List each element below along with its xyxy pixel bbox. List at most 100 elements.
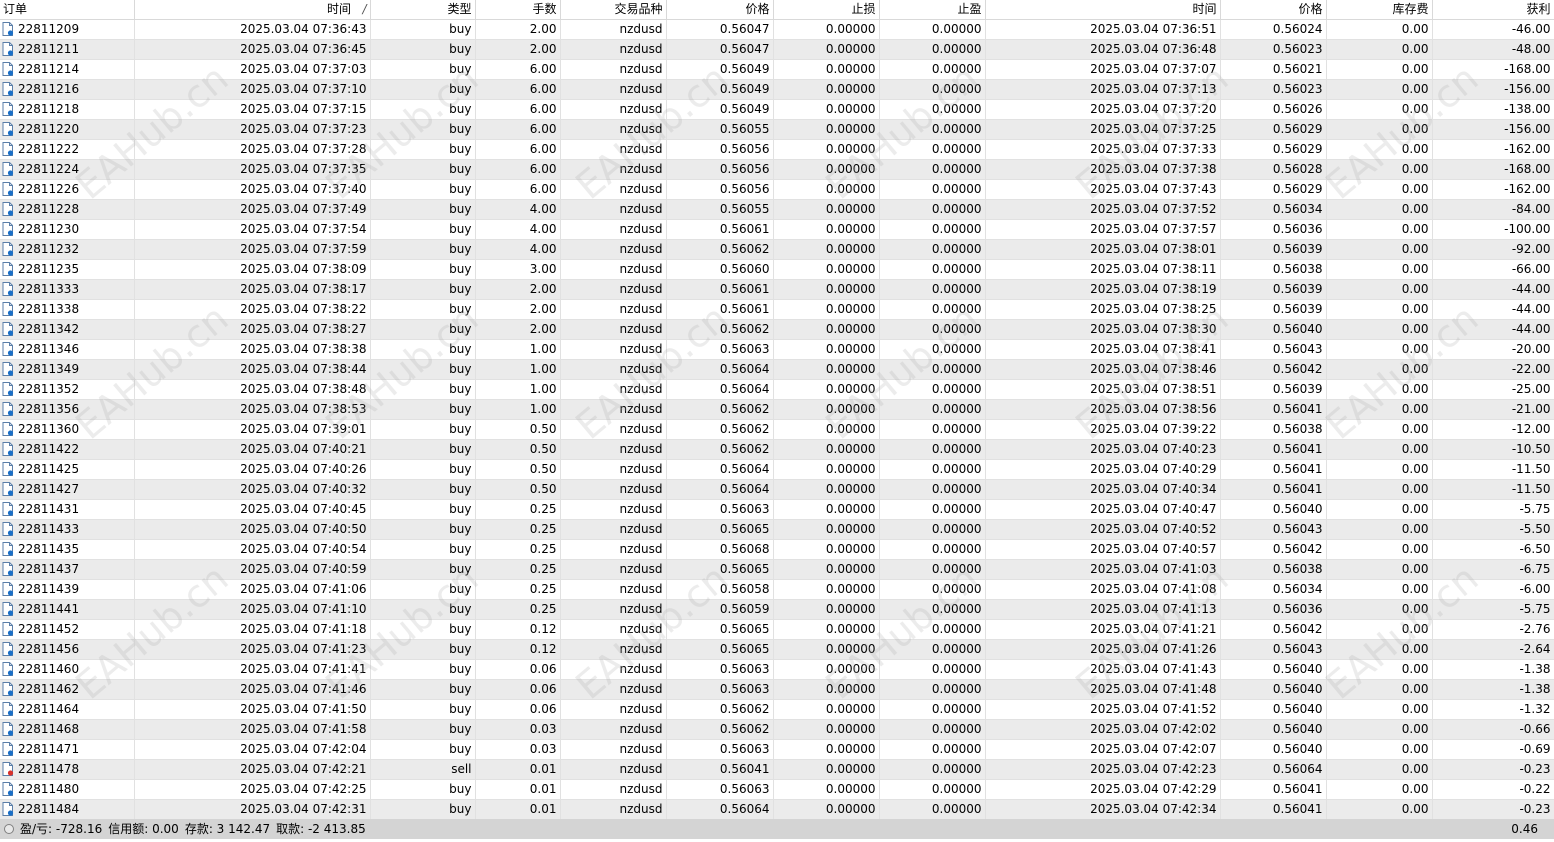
cell-profit: -5.75 [1432,499,1554,520]
table-row[interactable]: 22811338 2025.03.04 07:38:22 buy 2.00 nzdusd… [0,299,1554,320]
table-row[interactable]: 22811209 2025.03.04 07:36:43 buy 2.00 nzdusd… [0,19,1554,40]
column-header-type[interactable]: 类型 [370,0,476,20]
column-header-profit[interactable]: 获利 [1432,0,1554,20]
column-header-symbol[interactable]: 交易品种 [560,0,667,20]
cell-stop-loss: 0.00000 [773,39,880,60]
table-row[interactable]: 22811437 2025.03.04 07:40:59 buy 0.25 nzdusd… [0,559,1554,580]
table-row[interactable]: 22811211 2025.03.04 07:36:45 buy 2.00 nzdusd… [0,39,1554,60]
table-row[interactable]: 22811480 2025.03.04 07:42:25 buy 0.01 nzdusd… [0,779,1554,800]
table-row[interactable]: 22811456 2025.03.04 07:41:23 buy 0.12 nzdusd… [0,639,1554,660]
cell-swap: 0.00 [1326,459,1433,480]
cell-symbol: nzdusd [560,659,667,680]
buy-order-icon [2,482,14,496]
order-id: 22811441 [18,602,80,616]
table-row[interactable]: 22811462 2025.03.04 07:41:46 buy 0.06 nzdusd… [0,679,1554,700]
cell-order: 22811352 [0,379,135,400]
table-row[interactable]: 22811214 2025.03.04 07:37:03 buy 6.00 nzdusd… [0,59,1554,80]
cell-type: buy [370,539,476,560]
table-row[interactable]: 22811224 2025.03.04 07:37:35 buy 6.00 nzdusd… [0,159,1554,180]
table-row[interactable]: 22811460 2025.03.04 07:41:41 buy 0.06 nzdusd… [0,659,1554,680]
cell-order: 22811209 [0,19,135,40]
table-row[interactable]: 22811230 2025.03.04 07:37:54 buy 4.00 nzdusd… [0,219,1554,240]
cell-open-price: 0.56056 [666,139,774,160]
order-id: 22811230 [18,222,80,236]
cell-symbol: nzdusd [560,679,667,700]
table-row[interactable]: 22811452 2025.03.04 07:41:18 buy 0.12 nzdusd… [0,619,1554,640]
table-row[interactable]: 22811427 2025.03.04 07:40:32 buy 0.50 nzdusd… [0,479,1554,500]
cell-type: buy [370,679,476,700]
table-row[interactable]: 22811235 2025.03.04 07:38:09 buy 3.00 nzdusd… [0,259,1554,280]
cell-volume: 4.00 [475,239,561,260]
table-row[interactable]: 22811484 2025.03.04 07:42:31 buy 0.01 nzdusd… [0,799,1554,820]
column-header-open-time[interactable]: 时间 / [134,0,371,20]
cell-swap: 0.00 [1326,279,1433,300]
cell-open-price: 0.56068 [666,539,774,560]
table-row[interactable]: 22811360 2025.03.04 07:39:01 buy 0.50 nzdusd… [0,419,1554,440]
column-header-order[interactable]: 订单 [0,0,135,20]
cell-profit: -22.00 [1432,359,1554,380]
table-row[interactable]: 22811356 2025.03.04 07:38:53 buy 1.00 nzdusd… [0,399,1554,420]
table-row[interactable]: 22811441 2025.03.04 07:41:10 buy 0.25 nzdusd… [0,599,1554,620]
cell-open-time: 2025.03.04 07:37:23 [134,119,371,140]
cell-close-price: 0.56040 [1220,739,1327,760]
cell-stop-loss: 0.00000 [773,239,880,260]
column-header-close-time[interactable]: 时间 [985,0,1221,20]
table-row[interactable]: 22811220 2025.03.04 07:37:23 buy 6.00 nzdusd… [0,119,1554,140]
table-row[interactable]: 22811468 2025.03.04 07:41:58 buy 0.03 nzdusd… [0,719,1554,740]
cell-order: 22811235 [0,259,135,280]
column-header-open-price[interactable]: 价格 [666,0,774,20]
buy-order-icon [2,622,14,636]
cell-order: 22811478 [0,759,135,780]
cell-take-profit: 0.00000 [879,19,986,40]
table-row[interactable]: 22811216 2025.03.04 07:37:10 buy 6.00 nzdusd… [0,79,1554,100]
table-row[interactable]: 22811422 2025.03.04 07:40:21 buy 0.50 nzdusd… [0,439,1554,460]
table-row[interactable]: 22811471 2025.03.04 07:42:04 buy 0.03 nzdusd… [0,739,1554,760]
table-row[interactable]: 22811342 2025.03.04 07:38:27 buy 2.00 nzdusd… [0,319,1554,340]
cell-volume: 4.00 [475,199,561,220]
cell-type: buy [370,39,476,60]
table-row[interactable]: 22811333 2025.03.04 07:38:17 buy 2.00 nzdusd… [0,279,1554,300]
table-row[interactable]: 22811431 2025.03.04 07:40:45 buy 0.25 nzdusd… [0,499,1554,520]
column-header-stop-loss[interactable]: 止损 [773,0,880,20]
table-row[interactable]: 22811352 2025.03.04 07:38:48 buy 1.00 nzdusd… [0,379,1554,400]
table-row[interactable]: 22811218 2025.03.04 07:37:15 buy 6.00 nzdusd… [0,99,1554,120]
table-row[interactable]: 22811346 2025.03.04 07:38:38 buy 1.00 nzdusd… [0,339,1554,360]
table-row[interactable]: 22811435 2025.03.04 07:40:54 buy 0.25 nzdusd… [0,539,1554,560]
column-header-close-price[interactable]: 价格 [1220,0,1327,20]
table-row[interactable]: 22811433 2025.03.04 07:40:50 buy 0.25 nzdusd… [0,519,1554,540]
cell-order: 22811356 [0,399,135,420]
cell-close-time: 2025.03.04 07:41:21 [985,619,1221,640]
cell-profit: -92.00 [1432,239,1554,260]
summary-credit: 信用额: 0.00 [108,822,179,836]
cell-close-time: 2025.03.04 07:39:22 [985,419,1221,440]
cell-close-price: 0.56039 [1220,299,1327,320]
column-header-swap[interactable]: 库存费 [1326,0,1433,20]
column-header-take-profit[interactable]: 止盈 [879,0,986,20]
table-row[interactable]: 22811226 2025.03.04 07:37:40 buy 6.00 nzdusd… [0,179,1554,200]
table-row[interactable]: 22811464 2025.03.04 07:41:50 buy 0.06 nzdusd… [0,699,1554,720]
buy-order-icon [2,22,14,36]
table-row[interactable]: 22811232 2025.03.04 07:37:59 buy 4.00 nzdusd… [0,239,1554,260]
cell-open-time: 2025.03.04 07:37:15 [134,99,371,120]
cell-stop-loss: 0.00000 [773,79,880,100]
cell-volume: 0.25 [475,539,561,560]
cell-type: buy [370,159,476,180]
cell-close-price: 0.56041 [1220,439,1327,460]
cell-order: 22811333 [0,279,135,300]
table-row[interactable]: 22811222 2025.03.04 07:37:28 buy 6.00 nzdusd… [0,139,1554,160]
table-row[interactable]: 22811425 2025.03.04 07:40:26 buy 0.50 nzdusd… [0,459,1554,480]
table-row[interactable]: 22811228 2025.03.04 07:37:49 buy 4.00 nzdusd… [0,199,1554,220]
table-row[interactable]: 22811478 2025.03.04 07:42:21 sell 0.01 nzdus… [0,759,1554,780]
buy-order-icon [2,322,14,336]
cell-volume: 2.00 [475,279,561,300]
cell-swap: 0.00 [1326,319,1433,340]
cell-type: buy [370,239,476,260]
cell-symbol: nzdusd [560,499,667,520]
table-row[interactable]: 22811349 2025.03.04 07:38:44 buy 1.00 nzdusd… [0,359,1554,380]
cell-symbol: nzdusd [560,139,667,160]
cell-open-time: 2025.03.04 07:38:38 [134,339,371,360]
cell-close-time: 2025.03.04 07:37:33 [985,139,1221,160]
column-header-volume[interactable]: 手数 [475,0,561,20]
cell-close-time: 2025.03.04 07:37:43 [985,179,1221,200]
table-row[interactable]: 22811439 2025.03.04 07:41:06 buy 0.25 nzdusd… [0,579,1554,600]
